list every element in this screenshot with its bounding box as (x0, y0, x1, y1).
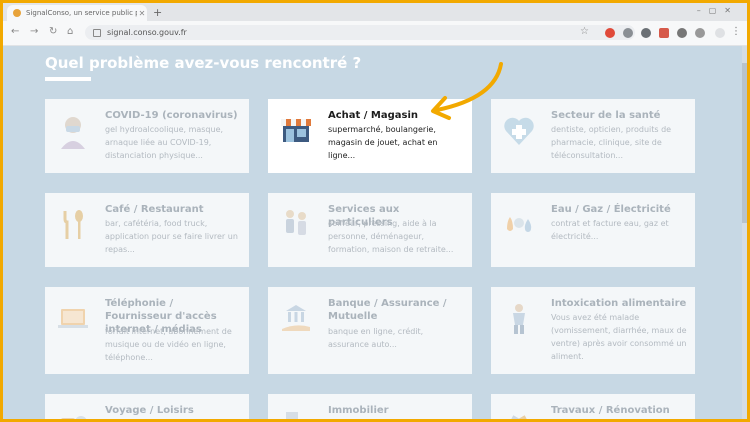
card-description: bar, cafétéria, food truck, application … (105, 219, 238, 254)
card-description: gel hydroalcoolique, masque, arnaque lié… (105, 125, 224, 160)
store-icon (281, 119, 311, 142)
page-content: Quel problème avez-vous rencontré ? COVI… (3, 46, 747, 419)
card-description: supermarché, boulangerie, magasin de jou… (328, 125, 438, 160)
card-description: contrat et facture eau, gaz et électrici… (551, 219, 669, 241)
menu-icon[interactable]: ⋮ (731, 26, 741, 37)
new-tab-icon[interactable]: + (153, 6, 162, 19)
card-title: Banque / Assurance / Mutuelle (328, 298, 447, 322)
bank-hand-icon (282, 305, 310, 331)
travel-icon (61, 416, 87, 419)
tab-bar: SignalConso, un service public p... ✕ + … (3, 3, 747, 21)
tools-icon (507, 415, 531, 419)
extension-icon[interactable] (623, 28, 633, 38)
category-card-telephonie[interactable]: Téléphonie / Fournisseur d'accès interne… (45, 287, 249, 374)
card-title: Secteur de la santé (551, 110, 661, 121)
tab-title: SignalConso, un service public p... (26, 9, 137, 17)
favicon-icon (13, 9, 21, 17)
category-card-sante[interactable]: Secteur de la santé dentiste, opticien, … (491, 99, 695, 173)
page-title: Quel problème avez-vous rencontré ? (45, 54, 362, 72)
url-text: signal.conso.gouv.fr (107, 28, 187, 37)
browser-toolbar: ← → ↻ ⌂ signal.conso.gouv.fr ☆ ⋮ (3, 21, 747, 46)
card-title: Travaux / Rénovation (551, 405, 670, 416)
utilities-icon (507, 217, 532, 232)
category-card-energie[interactable]: Eau / Gaz / Électricité contrat et factu… (491, 193, 695, 267)
scrollbar-thumb[interactable] (742, 63, 747, 223)
title-underline (45, 77, 91, 81)
category-card-covid[interactable]: COVID-19 (coronavirus) gel hydroalcooliq… (45, 99, 249, 173)
sick-person-icon (513, 304, 525, 334)
browser-tab[interactable]: SignalConso, un service public p... ✕ (7, 5, 147, 21)
extension-icon[interactable] (605, 28, 615, 38)
person-mask-icon (61, 117, 85, 149)
card-description: dentiste, opticien, produits de pharmaci… (551, 125, 672, 160)
extension-icon[interactable] (641, 28, 651, 38)
bookmark-star-icon[interactable]: ☆ (580, 26, 589, 37)
category-card-intoxication[interactable]: Intoxication alimentaire Vous avez été m… (491, 287, 695, 374)
card-description: Vous avez été malade (vomissement, diarr… (551, 313, 687, 361)
puzzle-icon[interactable] (677, 28, 687, 38)
home-icon[interactable]: ⌂ (67, 26, 73, 37)
card-title: Immobilier (328, 405, 389, 416)
extension-icon[interactable] (659, 28, 669, 38)
category-card-cafe[interactable]: Café / Restaurant bar, cafétéria, food t… (45, 193, 249, 267)
fork-spoon-icon (63, 210, 83, 239)
card-title: COVID-19 (coronavirus) (105, 110, 238, 121)
category-card-banque[interactable]: Banque / Assurance / Mutuelle banque en … (268, 287, 472, 374)
card-description: coiffeur, pressing, aide à la personne, … (328, 219, 454, 254)
back-icon[interactable]: ← (11, 26, 19, 37)
reload-icon[interactable]: ↻ (49, 26, 57, 37)
address-bar[interactable]: signal.conso.gouv.fr (85, 25, 635, 40)
card-title: Intoxication alimentaire (551, 298, 687, 309)
forward-icon[interactable]: → (30, 26, 38, 37)
browser-window: SignalConso, un service public p... ✕ + … (3, 3, 747, 419)
window-controls[interactable]: –▢✕ (697, 6, 739, 15)
avatar[interactable] (715, 28, 725, 38)
category-card-immobilier[interactable]: Immobilier (268, 394, 472, 419)
category-card-voyage[interactable]: Voyage / Loisirs (45, 394, 249, 419)
profile-icon[interactable] (695, 28, 705, 38)
card-title: Voyage / Loisirs (105, 405, 194, 416)
laptop-icon (58, 309, 88, 328)
category-card-travaux[interactable]: Travaux / Rénovation (491, 394, 695, 419)
card-title: Café / Restaurant (105, 204, 204, 215)
highlight-arrow-icon (431, 62, 503, 120)
card-title: Eau / Gaz / Électricité (551, 204, 671, 215)
lock-icon (93, 28, 101, 37)
card-description: banque en ligne, crédit, assurance auto.… (328, 327, 424, 349)
building-icon (286, 412, 298, 419)
people-icon (286, 210, 306, 235)
card-description: forfait internet, abonnement de musique … (105, 327, 232, 362)
category-card-services[interactable]: Services aux particuliers coiffeur, pres… (268, 193, 472, 267)
close-tab-icon[interactable]: ✕ (137, 9, 147, 18)
